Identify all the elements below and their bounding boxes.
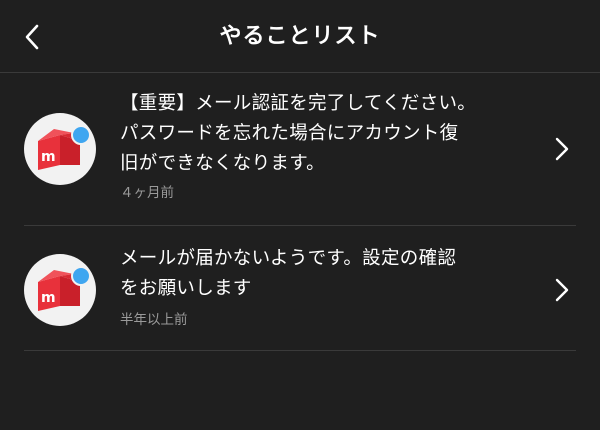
page-title: やることリスト xyxy=(219,24,381,49)
chevron-right-icon xyxy=(555,137,569,161)
todo-timestamp: 半年以上前 xyxy=(120,312,188,328)
avatar: m xyxy=(24,113,96,185)
header: やることリスト xyxy=(0,0,600,73)
divider xyxy=(24,350,576,351)
todo-list: m 【重要】メール認証を完了してください。 パスワードを忘れた場合にアカウント復… xyxy=(0,73,600,351)
chevron-right-icon xyxy=(555,278,569,302)
unread-dot xyxy=(71,266,91,286)
mercari-box-icon: m xyxy=(38,266,91,311)
todo-timestamp: ４ヶ月前 xyxy=(120,185,174,201)
avatar: m xyxy=(24,254,96,326)
todo-item[interactable]: m メールが届かないようです。設定の確認 をお願いします 半年以上前 xyxy=(0,226,600,351)
unread-dot xyxy=(71,125,91,145)
todo-text: メールが届かないようです。設定の確認 をお願いします 半年以上前 xyxy=(120,244,530,330)
mercari-box-icon: m xyxy=(38,125,91,170)
svg-text:m: m xyxy=(41,149,56,165)
todo-item[interactable]: m 【重要】メール認証を完了してください。 パスワードを忘れた場合にアカウント復… xyxy=(0,73,600,226)
svg-text:m: m xyxy=(41,290,56,306)
todo-message: 【重要】メール認証を完了してください。 パスワードを忘れた場合にアカウント復 旧… xyxy=(120,93,477,174)
todo-message: メールが届かないようです。設定の確認 をお願いします xyxy=(120,248,457,299)
todo-text: 【重要】メール認証を完了してください。 パスワードを忘れた場合にアカウント復 旧… xyxy=(120,89,530,203)
